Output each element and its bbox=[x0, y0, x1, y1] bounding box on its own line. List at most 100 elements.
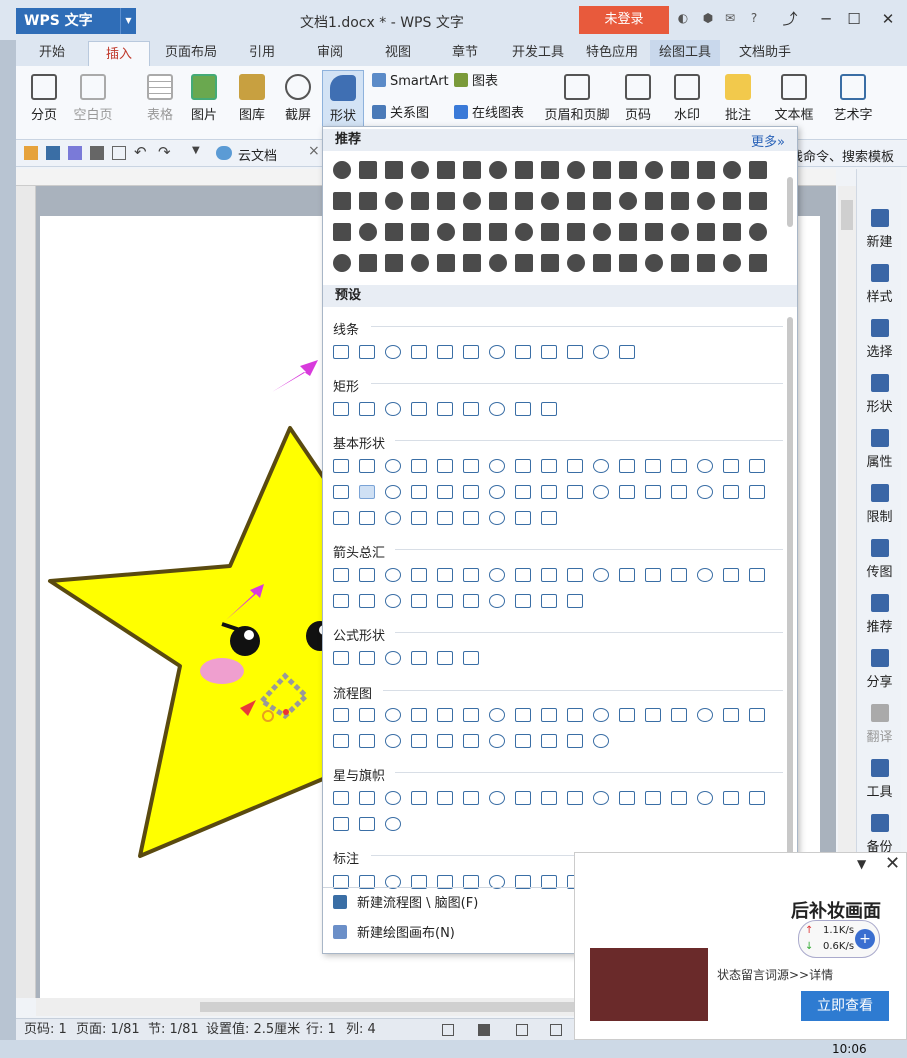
preset-shape[interactable] bbox=[411, 651, 427, 665]
preset-shape[interactable] bbox=[671, 791, 687, 805]
popup-description[interactable]: 状态留言词源>>详情 bbox=[717, 966, 833, 983]
preset-shape[interactable] bbox=[619, 791, 635, 805]
preset-shape[interactable] bbox=[567, 708, 583, 722]
preset-shape[interactable] bbox=[359, 791, 375, 805]
recommended-shape[interactable] bbox=[333, 254, 351, 272]
preset-shape[interactable] bbox=[333, 708, 349, 722]
clock[interactable]: 10:06 bbox=[832, 1042, 867, 1056]
new-canvas-button[interactable]: 新建绘图画布(N) bbox=[333, 923, 455, 945]
preset-shape[interactable] bbox=[541, 568, 557, 582]
preset-shape[interactable] bbox=[411, 511, 427, 525]
preset-shape[interactable] bbox=[359, 708, 375, 722]
preset-shape[interactable] bbox=[437, 459, 453, 473]
recommended-shape[interactable] bbox=[515, 254, 533, 272]
preset-shape[interactable] bbox=[385, 817, 401, 831]
preset-shape[interactable] bbox=[463, 651, 479, 665]
recommended-shape[interactable] bbox=[749, 192, 767, 210]
recommended-shape[interactable] bbox=[593, 254, 611, 272]
preset-shape[interactable] bbox=[619, 459, 635, 473]
recommended-shape[interactable] bbox=[515, 161, 533, 179]
preset-shape[interactable] bbox=[749, 568, 765, 582]
recommended-shape[interactable] bbox=[385, 161, 403, 179]
preset-shape[interactable] bbox=[359, 817, 375, 831]
preset-shape[interactable] bbox=[749, 791, 765, 805]
recommended-shape[interactable] bbox=[593, 192, 611, 210]
preset-shape[interactable] bbox=[697, 459, 713, 473]
recommended-shape[interactable] bbox=[385, 223, 403, 241]
recommended-shape[interactable] bbox=[411, 254, 429, 272]
recommended-shape[interactable] bbox=[489, 254, 507, 272]
preset-shape[interactable] bbox=[489, 708, 505, 722]
recommended-shape[interactable] bbox=[359, 223, 377, 241]
recommended-shape[interactable] bbox=[463, 161, 481, 179]
preset-shape[interactable] bbox=[411, 402, 427, 416]
recommended-shape[interactable] bbox=[489, 223, 507, 241]
recommended-shape[interactable] bbox=[619, 161, 637, 179]
preset-shape[interactable] bbox=[385, 734, 401, 748]
recommended-shape[interactable] bbox=[385, 254, 403, 272]
preset-shape[interactable] bbox=[463, 485, 479, 499]
preset-shape[interactable] bbox=[411, 345, 427, 359]
preset-shape[interactable] bbox=[593, 485, 609, 499]
sidebar-item[interactable]: 属性 bbox=[857, 429, 902, 470]
preset-shape[interactable] bbox=[567, 791, 583, 805]
recommended-shape[interactable] bbox=[437, 192, 455, 210]
preset-shape[interactable] bbox=[515, 459, 531, 473]
recommended-shape[interactable] bbox=[697, 223, 715, 241]
recommended-shape[interactable] bbox=[489, 192, 507, 210]
recommended-shape[interactable] bbox=[385, 192, 403, 210]
recommended-shape[interactable] bbox=[671, 192, 689, 210]
preset-shape[interactable] bbox=[489, 594, 505, 608]
preset-shape[interactable] bbox=[749, 708, 765, 722]
preset-shape[interactable] bbox=[333, 734, 349, 748]
new-flowchart-button[interactable]: 新建流程图 \ 脑图(F) bbox=[333, 893, 478, 915]
recommended-shape[interactable] bbox=[333, 223, 351, 241]
recommended-shape[interactable] bbox=[723, 161, 741, 179]
preset-shape[interactable] bbox=[619, 708, 635, 722]
preset-shape[interactable] bbox=[333, 651, 349, 665]
preset-shape[interactable] bbox=[489, 511, 505, 525]
preset-shape[interactable] bbox=[515, 485, 531, 499]
sidebar-item[interactable]: 推荐 bbox=[857, 594, 902, 635]
preset-shape[interactable] bbox=[333, 791, 349, 805]
preset-shape[interactable] bbox=[437, 485, 453, 499]
preset-shape[interactable] bbox=[359, 511, 375, 525]
recommended-shape[interactable] bbox=[645, 223, 663, 241]
preset-shape[interactable] bbox=[567, 459, 583, 473]
recommended-shape[interactable] bbox=[463, 192, 481, 210]
preset-shape[interactable] bbox=[463, 791, 479, 805]
preset-shape[interactable] bbox=[541, 345, 557, 359]
recommended-shape[interactable] bbox=[593, 161, 611, 179]
preset-shape[interactable] bbox=[437, 734, 453, 748]
sidebar-item[interactable]: 工具 bbox=[857, 759, 902, 800]
sidebar-item[interactable]: 备份 bbox=[857, 814, 902, 855]
preset-shape[interactable] bbox=[333, 594, 349, 608]
preset-shape[interactable] bbox=[593, 791, 609, 805]
preset-shape[interactable] bbox=[515, 568, 531, 582]
recommended-shape[interactable] bbox=[541, 223, 559, 241]
recommended-shape[interactable] bbox=[411, 161, 429, 179]
recommended-shape[interactable] bbox=[645, 254, 663, 272]
recommended-shape[interactable] bbox=[411, 223, 429, 241]
preset-shape[interactable] bbox=[515, 511, 531, 525]
preset-shape[interactable] bbox=[593, 708, 609, 722]
preset-shape[interactable] bbox=[333, 511, 349, 525]
preset-shape[interactable] bbox=[723, 485, 739, 499]
preset-shape[interactable] bbox=[385, 594, 401, 608]
preset-shape[interactable] bbox=[489, 734, 505, 748]
preset-shape[interactable] bbox=[385, 511, 401, 525]
recommended-shape[interactable] bbox=[437, 254, 455, 272]
recommended-shape[interactable] bbox=[541, 192, 559, 210]
preset-shape[interactable] bbox=[749, 459, 765, 473]
preset-shape[interactable] bbox=[437, 651, 453, 665]
preset-shape[interactable] bbox=[489, 459, 505, 473]
preset-shape[interactable] bbox=[359, 459, 375, 473]
web-view-icon[interactable] bbox=[550, 1024, 562, 1036]
preset-shape[interactable] bbox=[645, 459, 661, 473]
preset-shape[interactable] bbox=[437, 568, 453, 582]
recommended-shape[interactable] bbox=[671, 254, 689, 272]
recommended-scrollbar[interactable] bbox=[787, 177, 793, 227]
preset-shape[interactable] bbox=[541, 734, 557, 748]
preset-shape[interactable] bbox=[645, 568, 661, 582]
preset-shape[interactable] bbox=[541, 594, 557, 608]
